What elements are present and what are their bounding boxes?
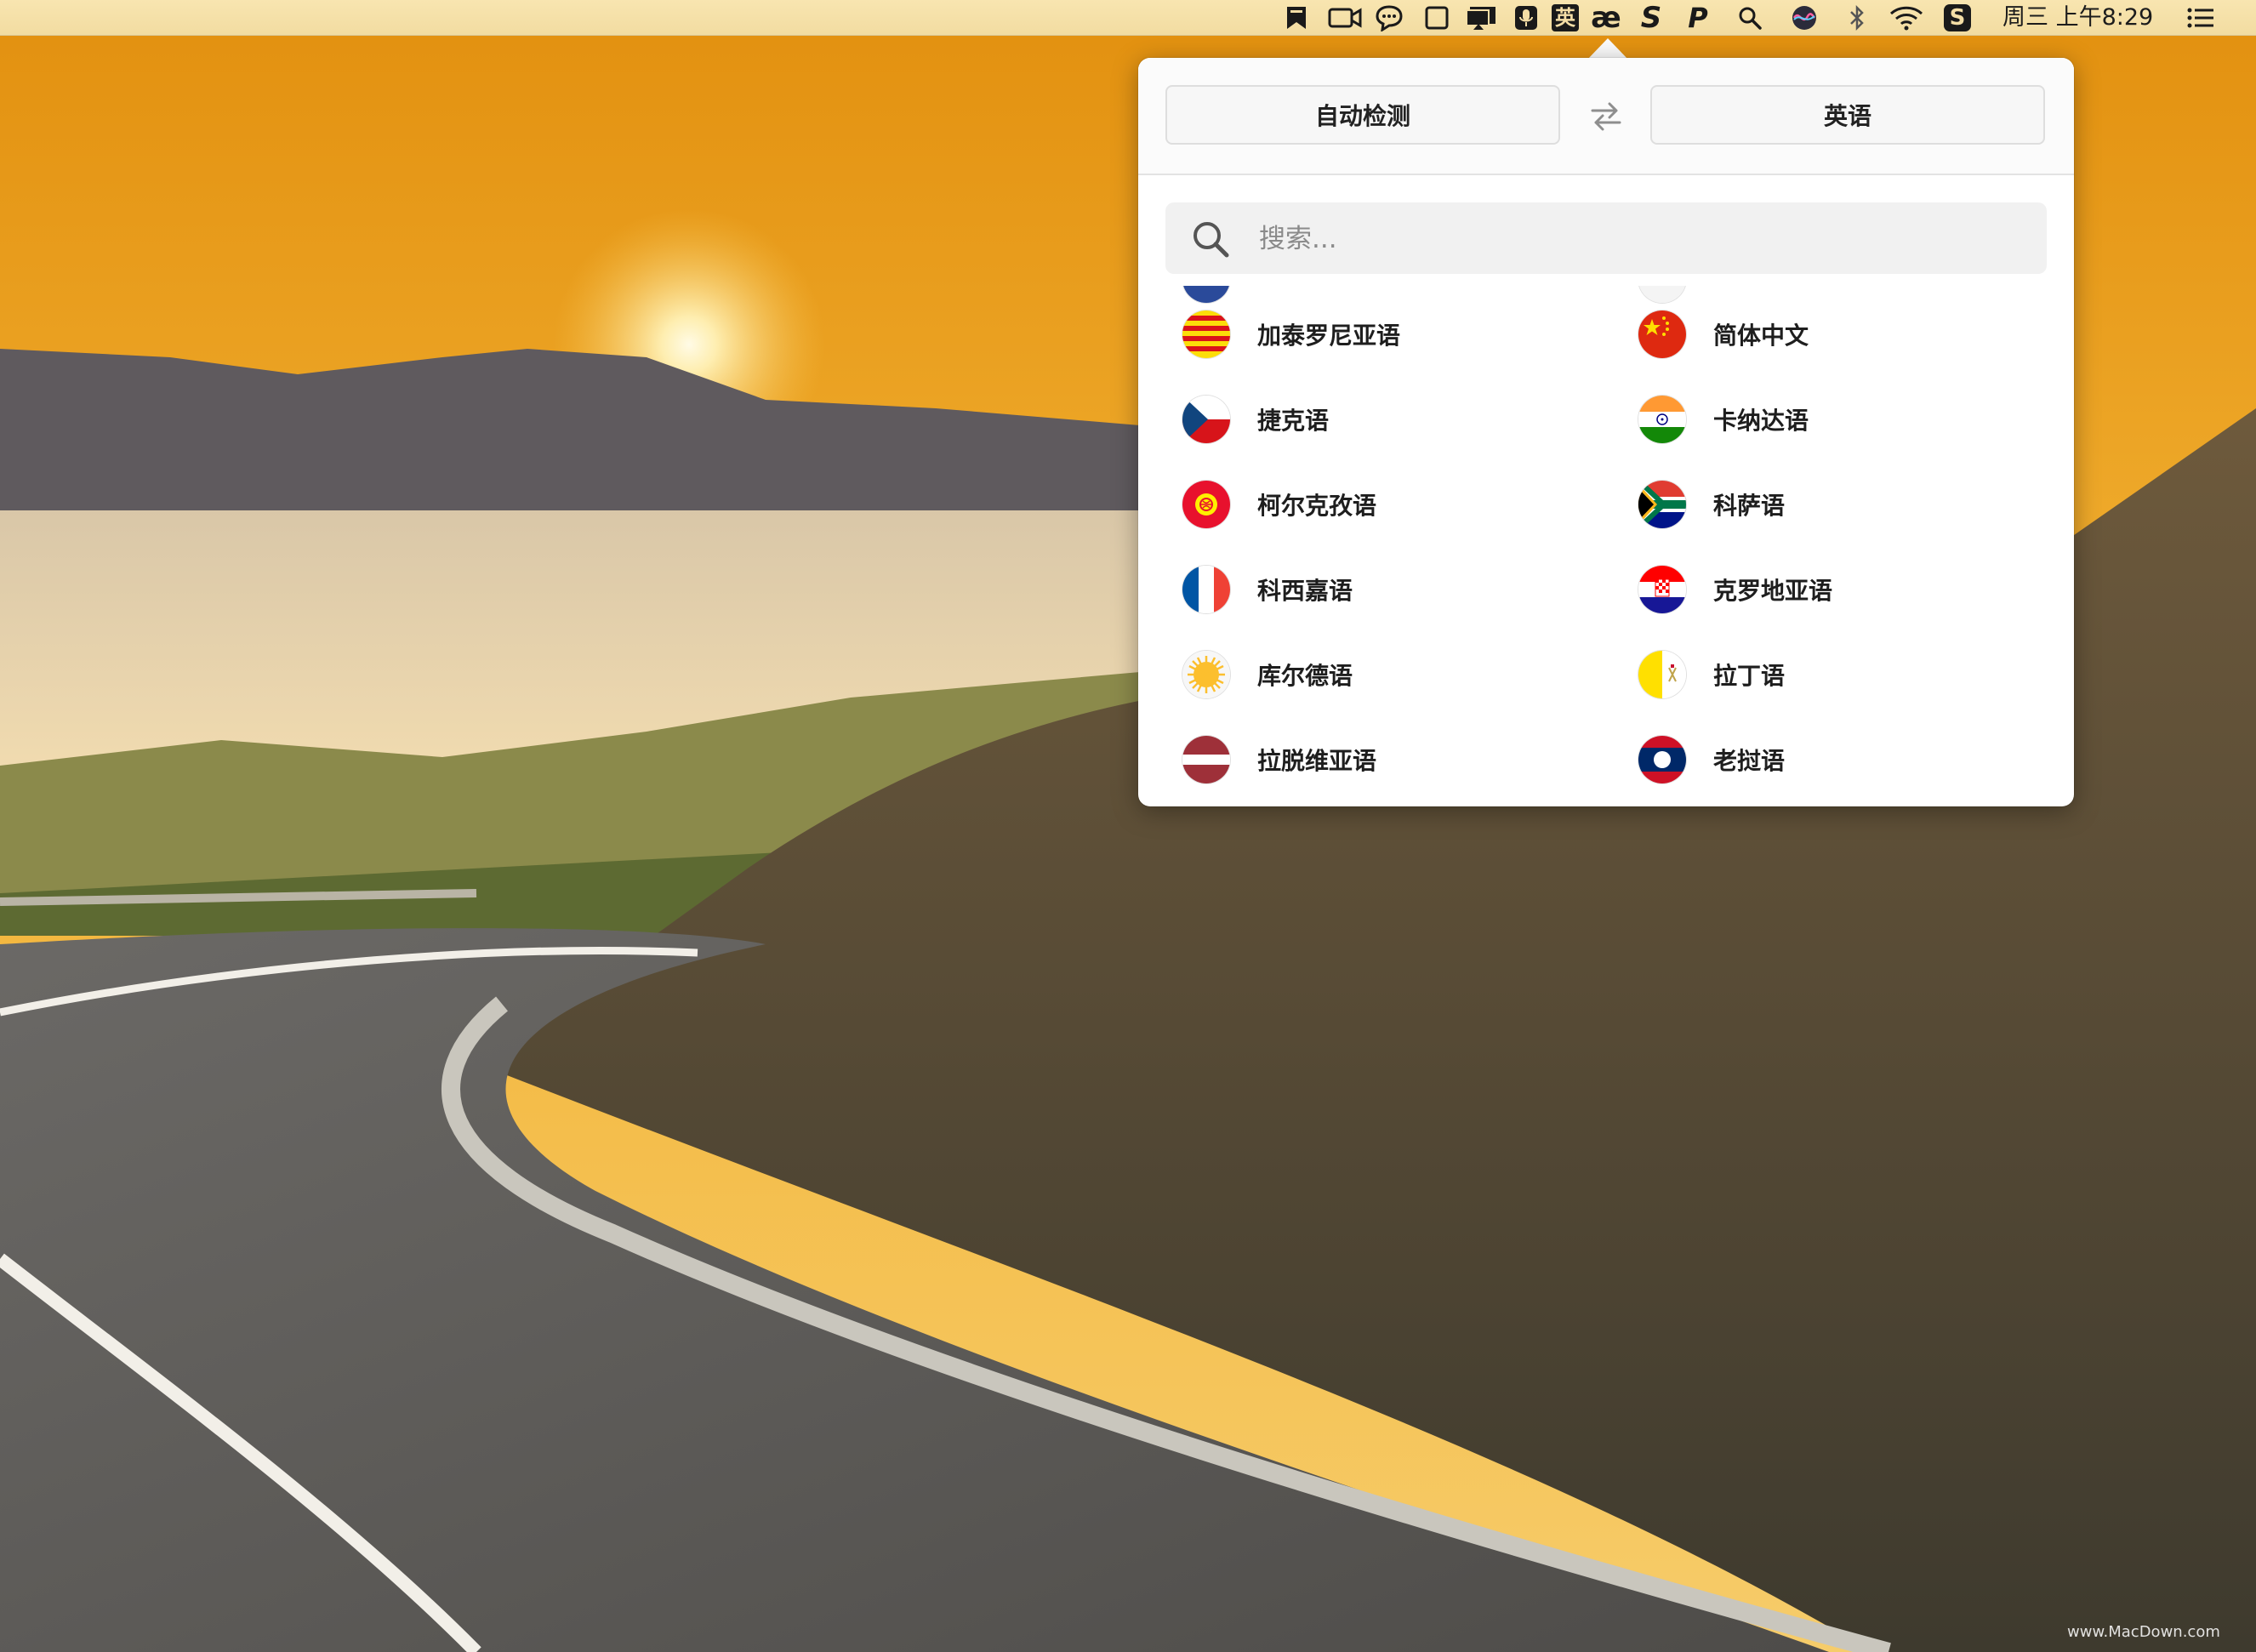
- ae-ligature-icon[interactable]: æ: [1588, 3, 1624, 33]
- bookmark-icon[interactable]: [1279, 3, 1314, 33]
- language-label: 捷克语: [1257, 407, 1330, 435]
- china-flag-icon: [1638, 310, 1686, 358]
- bluetooth-icon[interactable]: [1839, 3, 1875, 33]
- airplay-display-icon[interactable]: [1463, 3, 1499, 33]
- search-box[interactable]: [1165, 202, 2047, 274]
- p-app-icon[interactable]: P: [1680, 3, 1716, 33]
- wifi-icon[interactable]: [1889, 3, 1924, 33]
- kyrgyzstan-flag-icon: [1182, 481, 1230, 528]
- language-label: 加泰罗尼亚语: [1257, 322, 1401, 350]
- list-item[interactable]: 加泰罗尼亚语: [1182, 296, 1625, 373]
- france-flag-icon: [1182, 566, 1230, 613]
- menu-bar: 英 æ S P S 周三 上午8:29: [0, 0, 2256, 36]
- search-icon: [1194, 222, 1229, 258]
- kurdistan-flag-icon: [1182, 651, 1230, 698]
- list-item[interactable]: 库尔德语: [1182, 636, 1625, 713]
- input-method-icon[interactable]: 英: [1547, 3, 1583, 33]
- popover-header: 自动检测 英语: [1138, 58, 2074, 175]
- video-camera-icon[interactable]: [1327, 3, 1363, 33]
- latvia-flag-icon: [1182, 736, 1230, 783]
- watermark: www.MacDown.com: [2067, 1623, 2220, 1641]
- chat-bubbles-icon[interactable]: [1373, 3, 1409, 33]
- window-square-icon[interactable]: [1419, 3, 1455, 33]
- sogou-icon[interactable]: S: [1940, 3, 1975, 33]
- language-label: 老挝语: [1713, 747, 1786, 775]
- list-item[interactable]: 拉脱维亚语: [1182, 721, 1625, 798]
- swap-arrows-icon: [1591, 102, 1621, 131]
- s-app-icon[interactable]: S: [1633, 3, 1669, 33]
- list-icon[interactable]: [2183, 3, 2219, 33]
- vatican-flag-icon: [1638, 651, 1686, 698]
- language-label: 科西嘉语: [1257, 577, 1353, 605]
- source-language-button[interactable]: 自动检测: [1165, 85, 1560, 145]
- s-app-glyph: S: [1640, 1, 1662, 35]
- language-label: 卡纳达语: [1713, 407, 1809, 435]
- popover-caret: [1587, 38, 1628, 60]
- search-input[interactable]: [1257, 216, 2009, 262]
- language-label: 拉丁语: [1713, 662, 1786, 690]
- target-language-button[interactable]: 英语: [1650, 85, 2045, 145]
- sogou-glyph: S: [1944, 4, 1971, 31]
- list-item[interactable]: 卡纳达语: [1638, 381, 2074, 458]
- menu-clock[interactable]: 周三 上午8:29: [2002, 0, 2164, 35]
- p-app-glyph: P: [1688, 2, 1708, 34]
- south-africa-flag-icon: [1638, 481, 1686, 528]
- ae-ligature-glyph: æ: [1591, 1, 1621, 35]
- list-item[interactable]: 克罗地亚语: [1638, 551, 2074, 628]
- language-label: 拉脱维亚语: [1257, 747, 1377, 775]
- swap-languages-button[interactable]: [1581, 95, 1632, 138]
- list-item[interactable]: 捷克语: [1182, 381, 1625, 458]
- catalonia-flag-icon: [1182, 310, 1230, 358]
- list-item[interactable]: 老挝语: [1638, 721, 2074, 798]
- laos-flag-icon: [1638, 736, 1686, 783]
- language-label: 库尔德语: [1257, 662, 1353, 690]
- list-item[interactable]: 柯尔克孜语: [1182, 466, 1625, 543]
- language-label: 柯尔克孜语: [1257, 492, 1377, 520]
- language-list[interactable]: 加泰罗尼亚语 简体中文 捷克语 卡纳达语 柯尔克孜语 科萨语 科西嘉语 克罗地亚…: [1138, 286, 2074, 806]
- language-label: 克罗地亚语: [1713, 577, 1833, 605]
- spotlight-search-icon[interactable]: [1732, 3, 1768, 33]
- list-item[interactable]: 简体中文: [1638, 296, 2074, 373]
- india-flag-icon: [1638, 396, 1686, 443]
- language-label: 科萨语: [1713, 492, 1786, 520]
- czech-flag-icon: [1182, 396, 1230, 443]
- siri-icon[interactable]: [1786, 3, 1822, 33]
- list-item[interactable]: 科萨语: [1638, 466, 2074, 543]
- language-label: 简体中文: [1713, 322, 1809, 350]
- list-item[interactable]: 科西嘉语: [1182, 551, 1625, 628]
- list-item[interactable]: 拉丁语: [1638, 636, 2074, 713]
- microphone-icon[interactable]: [1508, 3, 1544, 33]
- input-method-glyph: 英: [1552, 4, 1579, 31]
- croatia-flag-icon: [1638, 566, 1686, 613]
- language-picker-popover: 自动检测 英语 加泰罗尼亚语: [1138, 58, 2074, 806]
